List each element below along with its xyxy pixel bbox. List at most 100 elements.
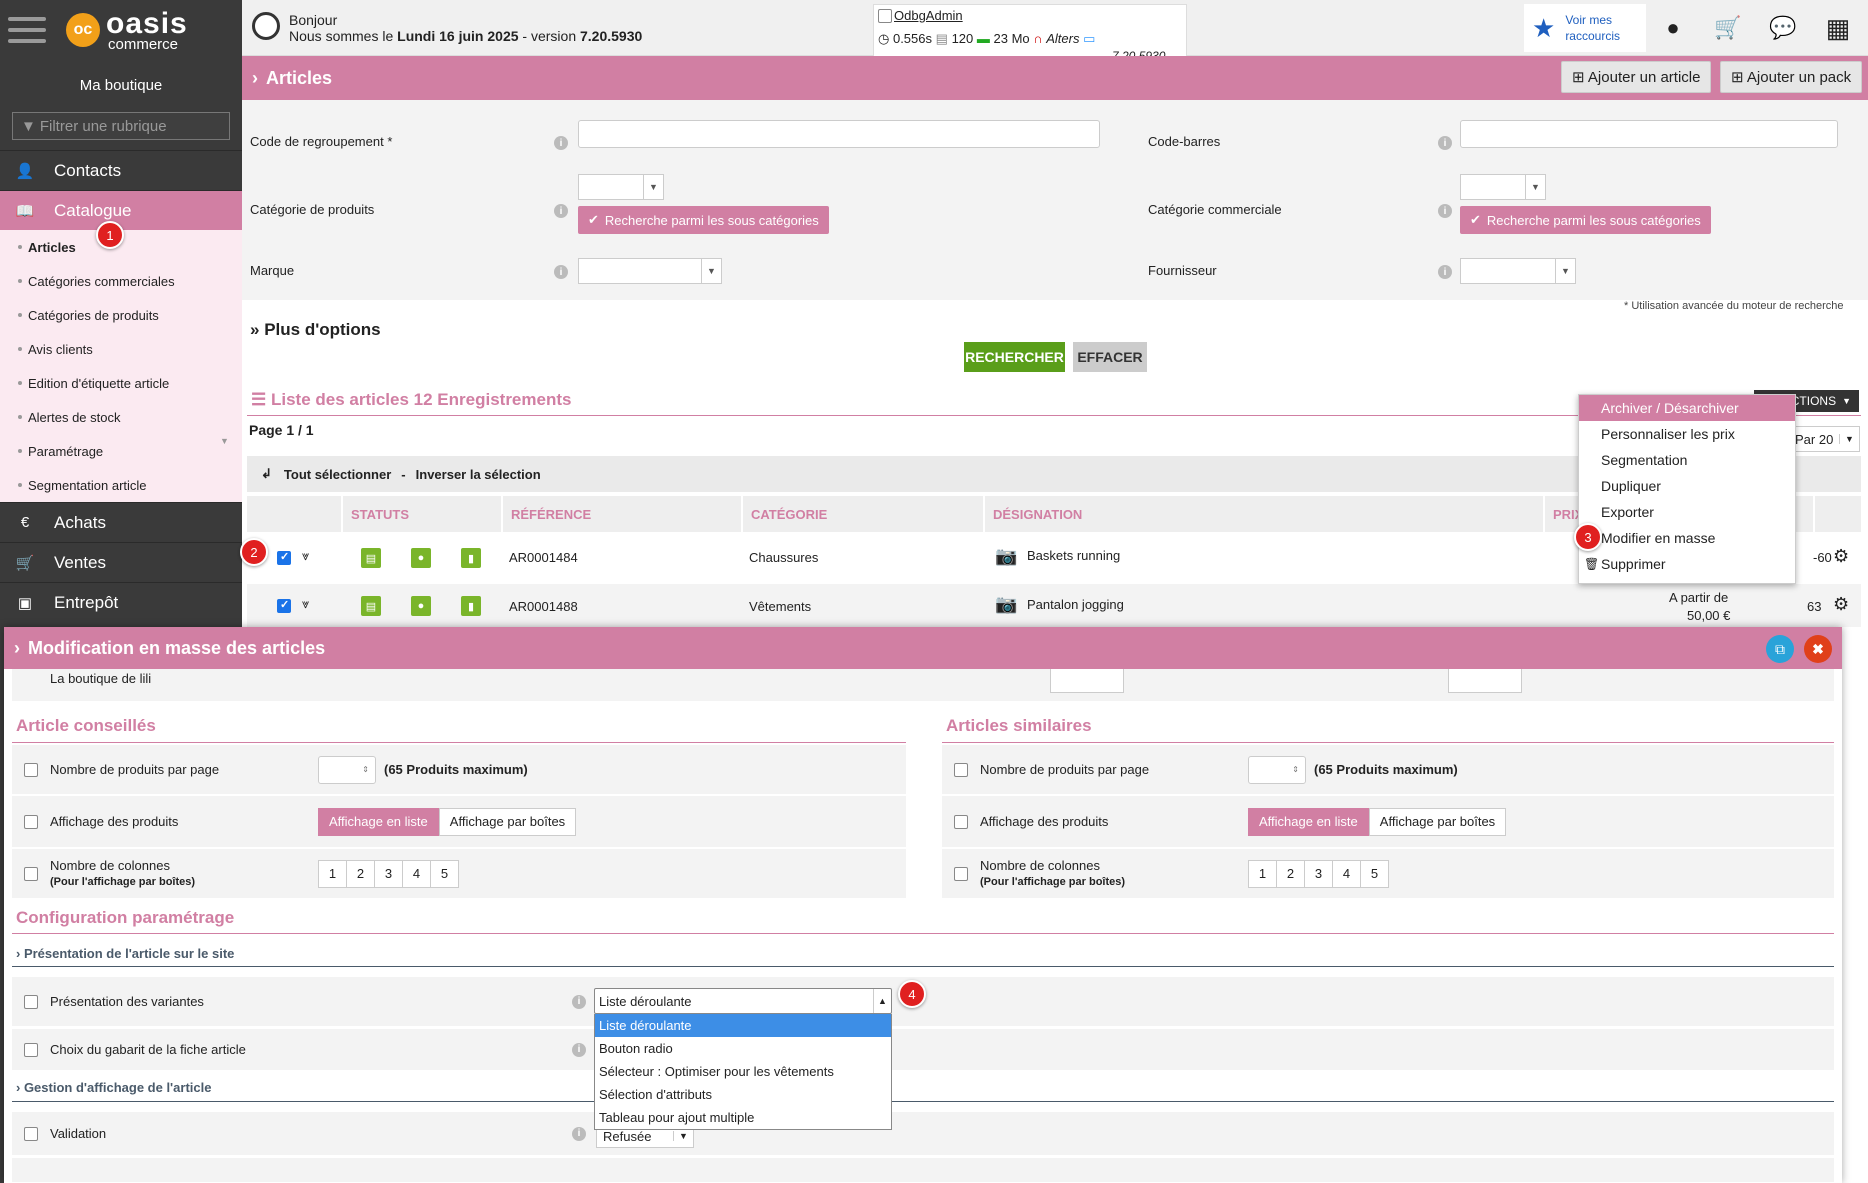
sidebar-item-parametrage[interactable]: Paramétrage	[0, 434, 242, 468]
sidebar-parametrage-caret[interactable]: ▼	[220, 436, 229, 446]
row-ref[interactable]: AR0001484	[509, 550, 578, 565]
sidebar-item-categories-commerciales[interactable]: Catégories commerciales	[0, 264, 242, 298]
option-liste-deroulante[interactable]: Liste déroulante	[595, 1014, 891, 1037]
nav-entrepot[interactable]: ▣ Entrepôt	[0, 582, 242, 622]
add-article-button[interactable]: ⊞ Ajouter un article	[1561, 61, 1712, 93]
per-page-select[interactable]: Par 20 ▼	[1786, 426, 1860, 452]
row-ref[interactable]: AR0001488	[509, 599, 578, 614]
menu-icon[interactable]	[8, 17, 46, 43]
info-icon[interactable]: i	[1438, 265, 1452, 279]
camera-icon[interactable]: 📷	[995, 546, 1017, 567]
row-checkbox[interactable]	[277, 598, 291, 613]
marque-select[interactable]: ▼	[578, 258, 722, 284]
nav-achats[interactable]: € Achats	[0, 502, 242, 542]
pres-site-subsection[interactable]: › Présentation de l'article sur le site	[16, 946, 234, 961]
search-button[interactable]: RECHERCHER	[964, 342, 1065, 372]
gear-icon[interactable]: ⚙	[1833, 546, 1849, 567]
display-boxes-option[interactable]: Affichage par boîtes	[1368, 807, 1507, 836]
select-all-link[interactable]: Tout sélectionner	[284, 467, 391, 482]
brand-logo[interactable]: oasis commerce	[106, 8, 188, 52]
close-icon[interactable]: ✖	[1804, 635, 1832, 663]
col-reference[interactable]: RÉFÉRENCE	[503, 496, 743, 532]
gear-icon[interactable]: ⚙	[1833, 594, 1849, 615]
debug-user-name[interactable]: OdbgAdmin	[894, 8, 963, 23]
variantes-select[interactable]: Liste déroulante ▲	[594, 988, 892, 1014]
col-num[interactable]: 1	[1248, 859, 1277, 888]
filter-input[interactable]: ▼ Filtrer une rubrique	[12, 112, 230, 140]
menu-item-export[interactable]: Exporter	[1579, 499, 1795, 525]
col-num[interactable]: 5	[1360, 859, 1389, 888]
row-des[interactable]: Pantalon jogging	[1027, 597, 1124, 612]
sidebar-item-categories-produits[interactable]: Catégories de produits	[0, 298, 242, 332]
sidebar-item-alertes-stock[interactable]: Alertes de stock	[0, 400, 242, 434]
cart-icon[interactable]: 🛒	[1710, 10, 1746, 46]
menu-item-archive[interactable]: Archiver / Désarchiver	[1579, 395, 1795, 421]
apps-grid-icon[interactable]: ▦	[1820, 10, 1856, 46]
nav-ventes[interactable]: 🛒 Ventes	[0, 542, 242, 582]
expand-icon[interactable]: ⩔	[302, 548, 309, 564]
col-num[interactable]: 2	[346, 859, 375, 888]
gabarit-checkbox[interactable]	[24, 1042, 38, 1057]
col-statuts[interactable]: STATUTS	[343, 496, 503, 532]
sidebar-item-avis-clients[interactable]: Avis clients	[0, 332, 242, 366]
code-regroupement-input[interactable]	[578, 120, 1100, 148]
info-icon[interactable]: i	[554, 136, 568, 150]
add-pack-button[interactable]: ⊞ Ajouter un pack	[1720, 61, 1863, 93]
debug-alters[interactable]: Alters	[1046, 31, 1079, 46]
info-icon[interactable]: i	[554, 204, 568, 218]
info-icon[interactable]: i	[572, 994, 586, 1009]
cat-produits-subcat-toggle[interactable]: ✔ Recherche parmi les sous catégories	[578, 206, 829, 234]
shop-input-a[interactable]	[1050, 669, 1124, 693]
fournisseur-select[interactable]: ▼	[1460, 258, 1576, 284]
col-designation[interactable]: DÉSIGNATION	[985, 496, 1545, 532]
col-num[interactable]: 2	[1276, 859, 1305, 888]
menu-item-segmentation[interactable]: Segmentation	[1579, 447, 1795, 473]
right-per-page-stepper[interactable]: ⇕	[1248, 755, 1306, 784]
shop-input-b[interactable]	[1448, 669, 1522, 693]
invert-selection-link[interactable]: Inverser la sélection	[416, 467, 541, 482]
display-list-option[interactable]: Affichage en liste	[1248, 807, 1369, 836]
info-icon[interactable]: i	[572, 1126, 586, 1141]
menu-item-duplicate[interactable]: Dupliquer	[1579, 473, 1795, 499]
more-options[interactable]: » Plus d'options	[250, 320, 381, 340]
display-boxes-option[interactable]: Affichage par boîtes	[438, 807, 577, 836]
camera-icon[interactable]: 📷	[995, 594, 1017, 615]
cat-produits-select[interactable]: ▼	[578, 174, 664, 200]
col-categorie[interactable]: CATÉGORIE	[743, 496, 985, 532]
right-columns-checkbox[interactable]	[954, 866, 968, 881]
menu-item-custom-prices[interactable]: Personnaliser les prix	[1579, 421, 1795, 447]
cat-commerciale-subcat-toggle[interactable]: ✔ Recherche parmi les sous catégories	[1460, 206, 1711, 234]
option-selecteur-vetements[interactable]: Sélecteur : Optimiser pour les vêtements	[595, 1060, 891, 1083]
col-num[interactable]: 4	[1332, 859, 1361, 888]
table-row[interactable]: ⩔ ▤ ● ▮ AR0001488 Vêtements 📷 Pantalon j…	[247, 584, 1861, 627]
profile-icon[interactable]: ●	[1655, 10, 1691, 46]
option-bouton-radio[interactable]: Bouton radio	[595, 1037, 891, 1060]
nav-catalogue[interactable]: 📖 Catalogue	[0, 190, 242, 230]
info-icon[interactable]: i	[1438, 136, 1452, 150]
col-num[interactable]: 1	[318, 859, 347, 888]
left-display-checkbox[interactable]	[24, 814, 38, 829]
sidebar-item-segmentation[interactable]: Segmentation article	[0, 468, 242, 502]
shop-name[interactable]: Ma boutique	[0, 68, 242, 108]
info-icon[interactable]: i	[1438, 204, 1452, 218]
info-icon[interactable]: i	[554, 265, 568, 279]
col-num[interactable]: 5	[430, 859, 459, 888]
right-per-page-checkbox[interactable]	[954, 762, 968, 777]
col-num[interactable]: 4	[402, 859, 431, 888]
menu-item-bulk-edit[interactable]: Modifier en masse	[1579, 525, 1795, 551]
nav-contacts[interactable]: 👤 Contacts	[0, 150, 242, 190]
info-icon[interactable]: i	[572, 1042, 586, 1057]
clear-button[interactable]: EFFACER	[1073, 342, 1147, 372]
expand-icon[interactable]: ⩔	[302, 596, 309, 612]
copy-icon[interactable]: ⧉	[1766, 635, 1794, 663]
right-display-checkbox[interactable]	[954, 814, 968, 829]
chat-icon[interactable]: 💬	[1765, 10, 1801, 46]
sidebar-item-edition-etiquette[interactable]: Edition d'étiquette article	[0, 366, 242, 400]
col-num[interactable]: 3	[1304, 859, 1333, 888]
variantes-checkbox[interactable]	[24, 994, 38, 1009]
shortcuts-button[interactable]: ★ Voir mes raccourcis	[1524, 4, 1646, 52]
left-per-page-checkbox[interactable]	[24, 762, 38, 777]
debug-user[interactable]: OdbgAdmin	[878, 8, 963, 23]
code-barres-input[interactable]	[1460, 120, 1838, 148]
gestion-subsection[interactable]: › Gestion d'affichage de l'article	[16, 1080, 211, 1095]
